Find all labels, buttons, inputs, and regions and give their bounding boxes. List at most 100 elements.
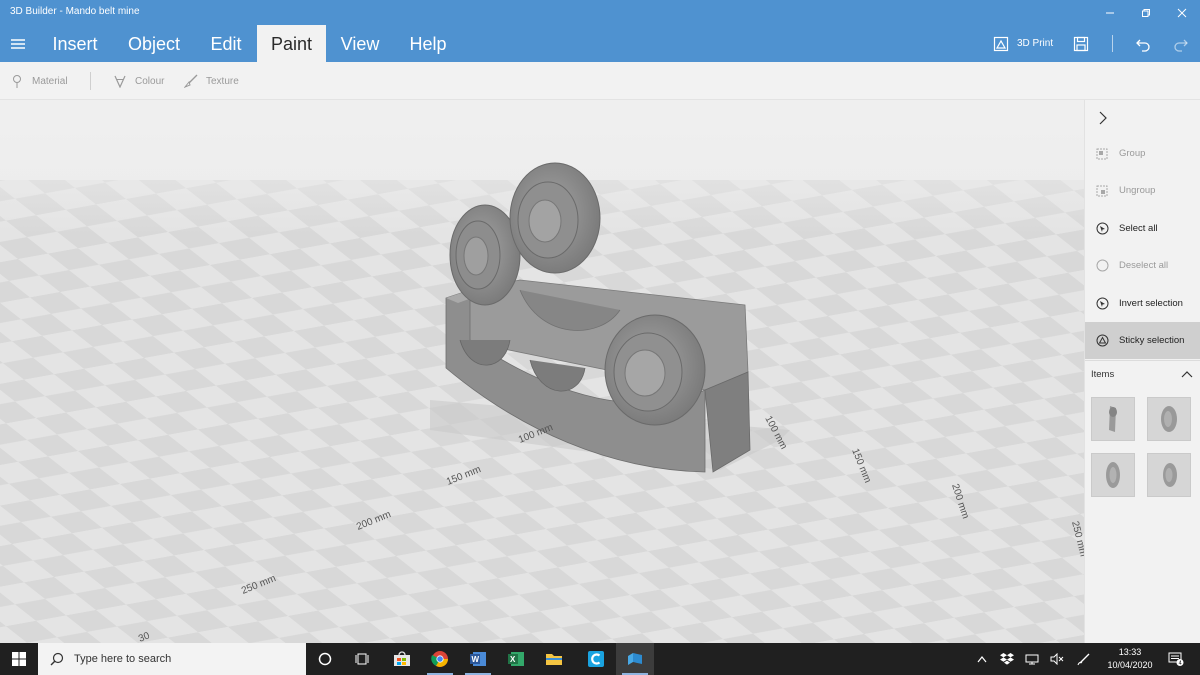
ungroup-icon	[1095, 184, 1109, 198]
panel-collapse-button[interactable]	[1093, 108, 1113, 128]
word-app-button[interactable]: W	[459, 643, 497, 675]
windows-taskbar: Type here to search W X 13:33 10/04/2020…	[0, 643, 1200, 675]
item-thumbnail[interactable]	[1091, 453, 1135, 497]
store-app-button[interactable]	[383, 643, 421, 675]
excel-icon: X	[508, 652, 524, 666]
task-view-button[interactable]	[344, 643, 382, 675]
item-thumbnail[interactable]	[1147, 453, 1191, 497]
cortana-button[interactable]	[306, 643, 344, 675]
word-icon: W	[470, 652, 486, 666]
tab-edit[interactable]: Edit	[198, 25, 254, 62]
ccleaner-app-button[interactable]	[577, 643, 615, 675]
3d-viewport[interactable]: 100 mm 150 mm 200 mm 250 mm 30 100 mm 15…	[0, 100, 1084, 643]
deselect-all-button[interactable]: Deselect all	[1085, 247, 1200, 284]
tyre-top-left	[449, 204, 521, 306]
material-tool-button[interactable]: Material	[10, 62, 68, 100]
paint-bucket-icon	[114, 75, 126, 88]
redo-icon	[1174, 39, 1188, 52]
notification-icon: 4	[1168, 652, 1184, 666]
svg-text:X: X	[510, 655, 516, 664]
selection-panel: Group Ungroup Select all Deselect all In…	[1084, 100, 1200, 643]
taskbar-clock[interactable]: 13:33 10/04/2020	[1100, 646, 1160, 672]
save-icon	[1073, 36, 1089, 51]
volume-tray-button[interactable]	[1045, 643, 1069, 675]
3d-builder-icon	[628, 653, 642, 665]
chrome-icon	[431, 651, 448, 667]
dropbox-tray-button[interactable]	[995, 643, 1019, 675]
windows-logo-icon	[12, 652, 26, 666]
tyre-front	[604, 314, 706, 426]
dropbox-icon	[1000, 653, 1014, 665]
volume-muted-icon	[1050, 653, 1064, 665]
save-button[interactable]	[1073, 25, 1089, 62]
scene-canvas: 100 mm 150 mm 200 mm 250 mm 30 100 mm 15…	[0, 100, 1084, 643]
svg-text:W: W	[472, 655, 480, 664]
clock-time: 13:33	[1118, 647, 1142, 657]
redo-button[interactable]	[1173, 25, 1189, 62]
colour-tool-button[interactable]: Colour	[113, 62, 164, 100]
minimize-icon	[1106, 12, 1114, 13]
object-thumbnail-icon	[1106, 462, 1120, 488]
texture-tool-button[interactable]: Texture	[184, 62, 239, 100]
material-label: Material	[32, 75, 68, 87]
item-thumbnail[interactable]	[1147, 397, 1191, 441]
select-all-button[interactable]: Select all	[1085, 210, 1200, 247]
chevron-right-icon	[1099, 111, 1107, 125]
items-header[interactable]: Items	[1085, 360, 1200, 386]
select-all-label: Select all	[1119, 223, 1158, 234]
close-icon	[1177, 8, 1187, 17]
texture-label: Texture	[206, 75, 239, 87]
notification-count: 4	[1179, 661, 1182, 667]
3d-print-icon	[993, 36, 1009, 51]
undo-icon	[1136, 39, 1150, 52]
group-button[interactable]: Group	[1085, 135, 1200, 172]
3d-print-button[interactable]: 3D Print	[993, 25, 1053, 62]
3d-builder-app-button[interactable]	[616, 643, 654, 675]
restore-button[interactable]	[1128, 0, 1164, 25]
store-icon	[394, 651, 410, 666]
excel-app-button[interactable]: X	[497, 643, 535, 675]
clock-date: 10/04/2020	[1107, 660, 1153, 670]
3d-print-label: 3D Print	[1017, 38, 1054, 49]
toolbar-separator	[90, 72, 91, 90]
hamburger-menu-button[interactable]	[8, 34, 28, 54]
item-thumbnail[interactable]	[1091, 397, 1135, 441]
start-button[interactable]	[0, 643, 38, 675]
file-explorer-app-button[interactable]	[535, 643, 573, 675]
window-title: 3D Builder - Mando belt mine	[10, 6, 140, 17]
hamburger-icon	[11, 39, 25, 49]
ungroup-label: Ungroup	[1119, 185, 1156, 196]
ungroup-button[interactable]: Ungroup	[1085, 172, 1200, 209]
pen-workspace-button[interactable]	[1072, 643, 1096, 675]
chevron-up-icon	[977, 656, 987, 663]
folder-icon	[546, 654, 562, 665]
taskbar-search-box[interactable]: Type here to search	[38, 643, 306, 675]
tab-help[interactable]: Help	[396, 25, 460, 62]
object-thumbnail-icon	[1161, 406, 1177, 432]
network-icon	[1025, 654, 1039, 665]
close-button[interactable]	[1164, 0, 1200, 25]
colour-label: Colour	[135, 75, 165, 87]
cortana-icon	[318, 652, 332, 666]
items-label: Items	[1091, 369, 1115, 380]
network-tray-button[interactable]	[1020, 643, 1044, 675]
deselect-all-label: Deselect all	[1119, 260, 1169, 271]
tab-object[interactable]: Object	[114, 25, 194, 62]
tab-paint[interactable]: Paint	[257, 25, 326, 62]
action-center-button[interactable]: 4	[1166, 643, 1186, 675]
show-hidden-icons-button[interactable]	[970, 643, 994, 675]
tab-view[interactable]: View	[330, 25, 390, 62]
sticky-selection-icon	[1095, 334, 1109, 348]
undo-button[interactable]	[1135, 25, 1151, 62]
group-label: Group	[1119, 148, 1146, 159]
paint-toolbar: Material Colour Texture	[0, 62, 1200, 100]
invert-selection-button[interactable]: Invert selection	[1085, 285, 1200, 322]
deselect-all-icon	[1095, 259, 1109, 273]
sticky-selection-label: Sticky selection	[1119, 335, 1185, 346]
chrome-app-button[interactable]	[421, 643, 459, 675]
tab-insert[interactable]: Insert	[40, 25, 110, 62]
object-thumbnail-icon	[1109, 406, 1117, 432]
minimize-button[interactable]	[1092, 0, 1128, 25]
sticky-selection-button[interactable]: Sticky selection	[1085, 322, 1200, 359]
object-thumbnail-icon	[1163, 463, 1177, 487]
